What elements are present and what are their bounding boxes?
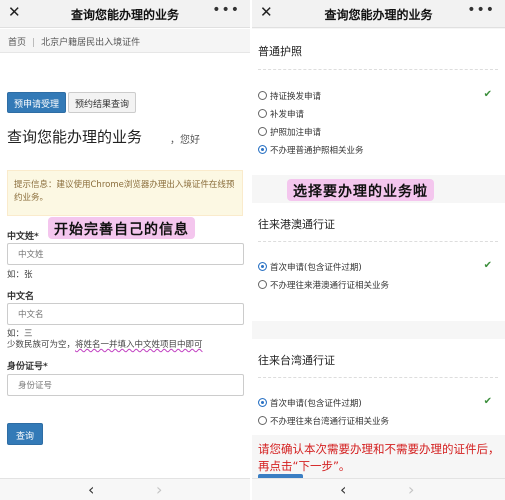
option-label: 护照加注申请: [270, 128, 322, 138]
option-label: 不办理往来港澳通行证相关业务: [270, 281, 390, 291]
check-icon: ✔: [483, 396, 492, 407]
top-bar: ✕ 查询您能办理的业务 •••: [0, 0, 250, 28]
forward-arrow-icon[interactable]: ›: [408, 480, 414, 499]
annotation-sticker: 开始完善自己的信息: [48, 217, 195, 239]
id-number-label: 身份证号*: [7, 362, 48, 372]
breadcrumb-home[interactable]: 首页: [8, 38, 26, 48]
option-label: 持证换发申请: [270, 92, 322, 102]
tab-appointment-result[interactable]: 预约结果查询: [68, 92, 137, 113]
greeting: ，您好: [170, 135, 200, 146]
note-plain-text: 少数民族可为空，: [7, 340, 76, 350]
option-tw-none[interactable]: 不办理往来台湾通行证相关业务: [258, 415, 389, 428]
left-phone-screen: ✕ 查询您能办理的业务 ••• 首页 | 北京户籍居民出入境证件 预申请受理 预约结果…: [0, 0, 250, 500]
hk-macao-title: 往来港澳通行证: [258, 218, 335, 231]
confirmation-note: 请您确认本次需要办理和不需要办理的证件后，再点击“下一步”。: [258, 442, 500, 473]
passport-title: 普通护照: [258, 45, 302, 58]
bottom-nav-bar: ‹ ›: [252, 478, 505, 500]
tip-alert: 提示信息：建议使用Chrome浏览器办理出入境证件在线预约业务。: [7, 170, 243, 216]
radio-icon[interactable]: [258, 280, 267, 289]
surname-input[interactable]: [7, 243, 244, 265]
taiwan-section: 往来台湾通行证 首次申请(包含证件过期) ✔ 不办理往来台湾通行证相关业务: [252, 339, 505, 435]
option-passport-endorsement[interactable]: 护照加注申请: [258, 126, 321, 139]
passport-section: 普通护照 持证换发申请 ✔ 补发申请 护照加注申请 不办理普通护照相关业务: [252, 29, 505, 175]
option-label: 首次申请(包含证件过期): [270, 263, 362, 273]
option-hk-none[interactable]: 不办理往来港澳通行证相关业务: [258, 279, 389, 292]
radio-icon[interactable]: [258, 127, 267, 136]
radio-icon-selected[interactable]: [258, 262, 267, 271]
id-number-input[interactable]: [7, 374, 244, 396]
radio-icon-selected[interactable]: [258, 145, 267, 154]
option-hk-first-application[interactable]: 首次申请(包含证件过期): [258, 261, 362, 274]
option-tw-first-application[interactable]: 首次申请(包含证件过期): [258, 397, 362, 410]
note-underlined-text: 将姓名一并填入中文姓项目中即可: [75, 340, 203, 350]
breadcrumb-current: 北京户籍居民出入境证件: [41, 38, 141, 48]
section-divider: [258, 241, 498, 242]
given-name-input[interactable]: [7, 303, 244, 325]
given-name-label: 中文名: [7, 292, 35, 302]
option-label: 首次申请(包含证件过期): [270, 399, 362, 409]
option-label: 不办理往来台湾通行证相关业务: [270, 417, 390, 427]
radio-icon-selected[interactable]: [258, 398, 267, 407]
surname-label: 中文姓*: [7, 232, 39, 242]
option-label: 补发申请: [270, 110, 305, 120]
option-passport-renewal[interactable]: 持证换发申请: [258, 90, 321, 103]
section-divider: [258, 377, 498, 378]
annotation-sticker: 选择要办理的业务啦: [287, 179, 434, 201]
screenshot-canvas: ✕ 查询您能办理的业务 ••• 首页 | 北京户籍居民出入境证件 预申请受理 预约结果…: [0, 0, 505, 500]
option-passport-none[interactable]: 不办理普通护照相关业务: [258, 144, 364, 157]
section-divider: [258, 69, 498, 70]
bottom-nav-bar: ‹ ›: [0, 478, 250, 500]
page-title: 查询您能办理的业务: [7, 128, 143, 146]
taiwan-title: 往来台湾通行证: [258, 354, 335, 367]
more-icon[interactable]: •••: [467, 2, 495, 18]
check-icon: ✔: [483, 260, 492, 271]
query-button[interactable]: 查询: [7, 423, 44, 445]
radio-icon[interactable]: [258, 91, 267, 100]
check-icon: ✔: [483, 89, 492, 100]
hk-macao-section: 往来港澳通行证 首次申请(包含证件过期) ✔ 不办理往来港澳通行证相关业务: [252, 203, 505, 321]
forward-arrow-icon[interactable]: ›: [156, 480, 162, 499]
radio-icon[interactable]: [258, 416, 267, 425]
top-bar: ✕ 查询您能办理的业务 •••: [252, 0, 505, 28]
option-label: 不办理普通护照相关业务: [270, 146, 364, 156]
ethnic-minority-note: 少数民族可为空，将姓名一并填入中文姓项目中即可: [7, 338, 203, 350]
breadcrumb: 首页 | 北京户籍居民出入境证件: [0, 29, 250, 53]
right-phone-screen: ✕ 查询您能办理的业务 ••• 普通护照 持证换发申请 ✔ 补发申请 护照加注申…: [252, 0, 505, 500]
surname-example: 如：张: [7, 270, 33, 280]
breadcrumb-separator: |: [32, 38, 36, 48]
radio-icon[interactable]: [258, 109, 267, 118]
back-arrow-icon[interactable]: ‹: [340, 480, 346, 499]
back-arrow-icon[interactable]: ‹: [88, 480, 94, 499]
option-passport-reissue[interactable]: 补发申请: [258, 108, 304, 121]
tab-pre-application[interactable]: 预申请受理: [7, 92, 67, 113]
more-icon[interactable]: •••: [212, 2, 240, 18]
tab-bar: 预申请受理 预约结果查询: [7, 92, 137, 113]
